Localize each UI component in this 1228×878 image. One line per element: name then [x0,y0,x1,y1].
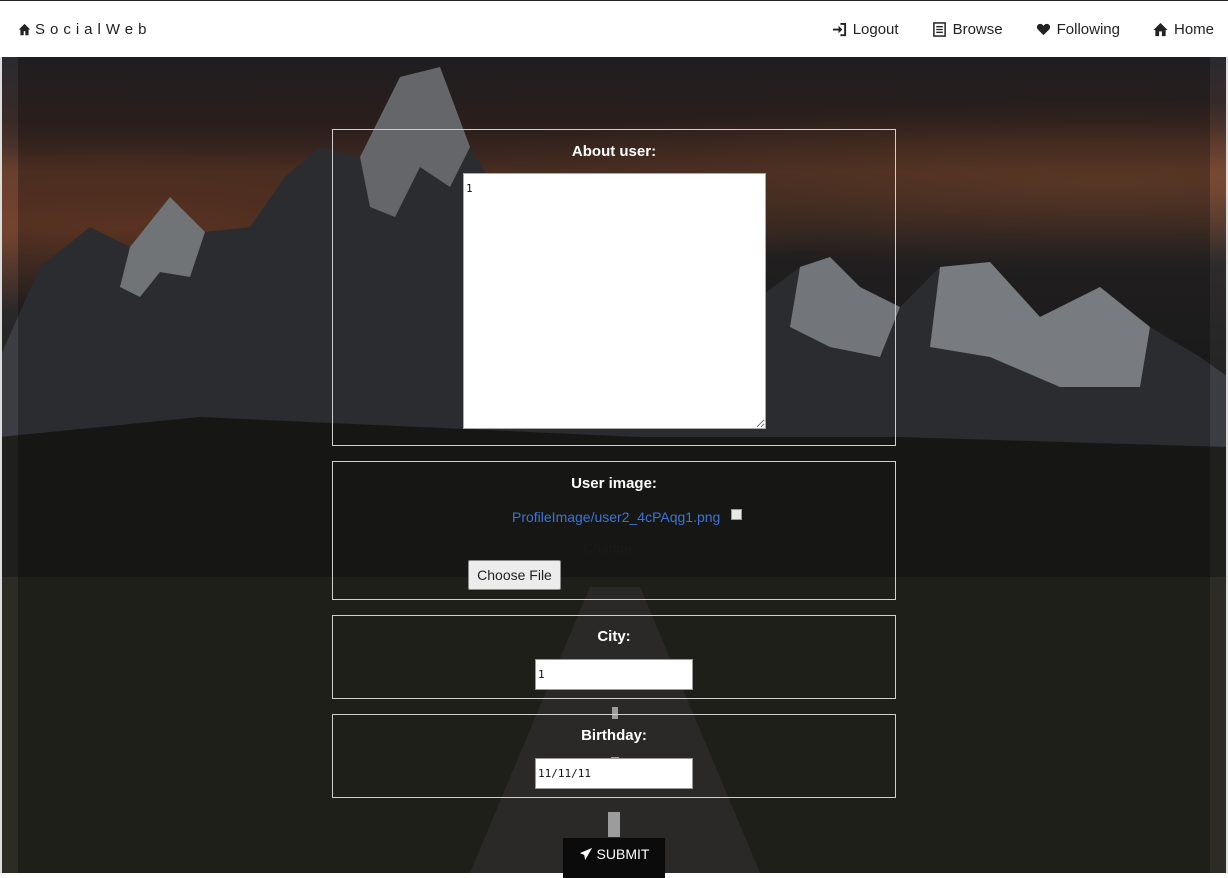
nav-label-home: Home [1173,20,1214,38]
birthday-label: Birthday: [581,727,647,744]
nav-label-logout: Logout [852,20,899,38]
birthday-input[interactable] [535,758,693,789]
choose-file-button[interactable]: Choose File [468,560,561,590]
nav-label-browse: Browse [952,20,1003,38]
current-image-link[interactable]: ProfileImage/user2_4cPAqg1.png [512,509,720,525]
birthday-panel: Birthday: [332,714,896,798]
submit-button[interactable]: SUBMIT [563,838,665,878]
navbar: SocialWeb Logout Browse Following Home [0,0,1228,57]
send-icon [579,847,592,861]
nav-item-logout[interactable]: Logout [832,19,899,39]
heart-icon [1036,23,1050,35]
submit-label: SUBMIT [596,846,650,862]
nav-item-following[interactable]: Following [1036,19,1120,39]
city-label: City: [597,628,631,645]
user-image-label: User image: [571,475,657,492]
home-icon [1153,22,1168,36]
home-icon [18,23,31,35]
brand-link[interactable]: SocialWeb [18,19,151,39]
about-textarea[interactable]: 1 [463,173,766,429]
about-panel: About user: 1 [332,129,896,446]
change-label: Change: [583,540,636,556]
nav-menu: Logout Browse Following Home [799,19,1214,39]
city-input[interactable] [535,659,693,690]
clear-image-checkbox[interactable] [731,509,742,520]
left-border [0,57,2,873]
city-panel: City: [332,615,896,699]
nav-item-browse[interactable]: Browse [932,19,1003,39]
logout-icon [832,22,846,36]
nav-label-following: Following [1056,20,1120,38]
about-label: About user: [571,143,657,160]
brand-name: SocialWeb [35,20,152,38]
user-image-panel: User image: ProfileImage/user2_4cPAqg1.p… [332,461,896,600]
list-icon [932,21,946,37]
nav-item-home[interactable]: Home [1153,19,1214,39]
